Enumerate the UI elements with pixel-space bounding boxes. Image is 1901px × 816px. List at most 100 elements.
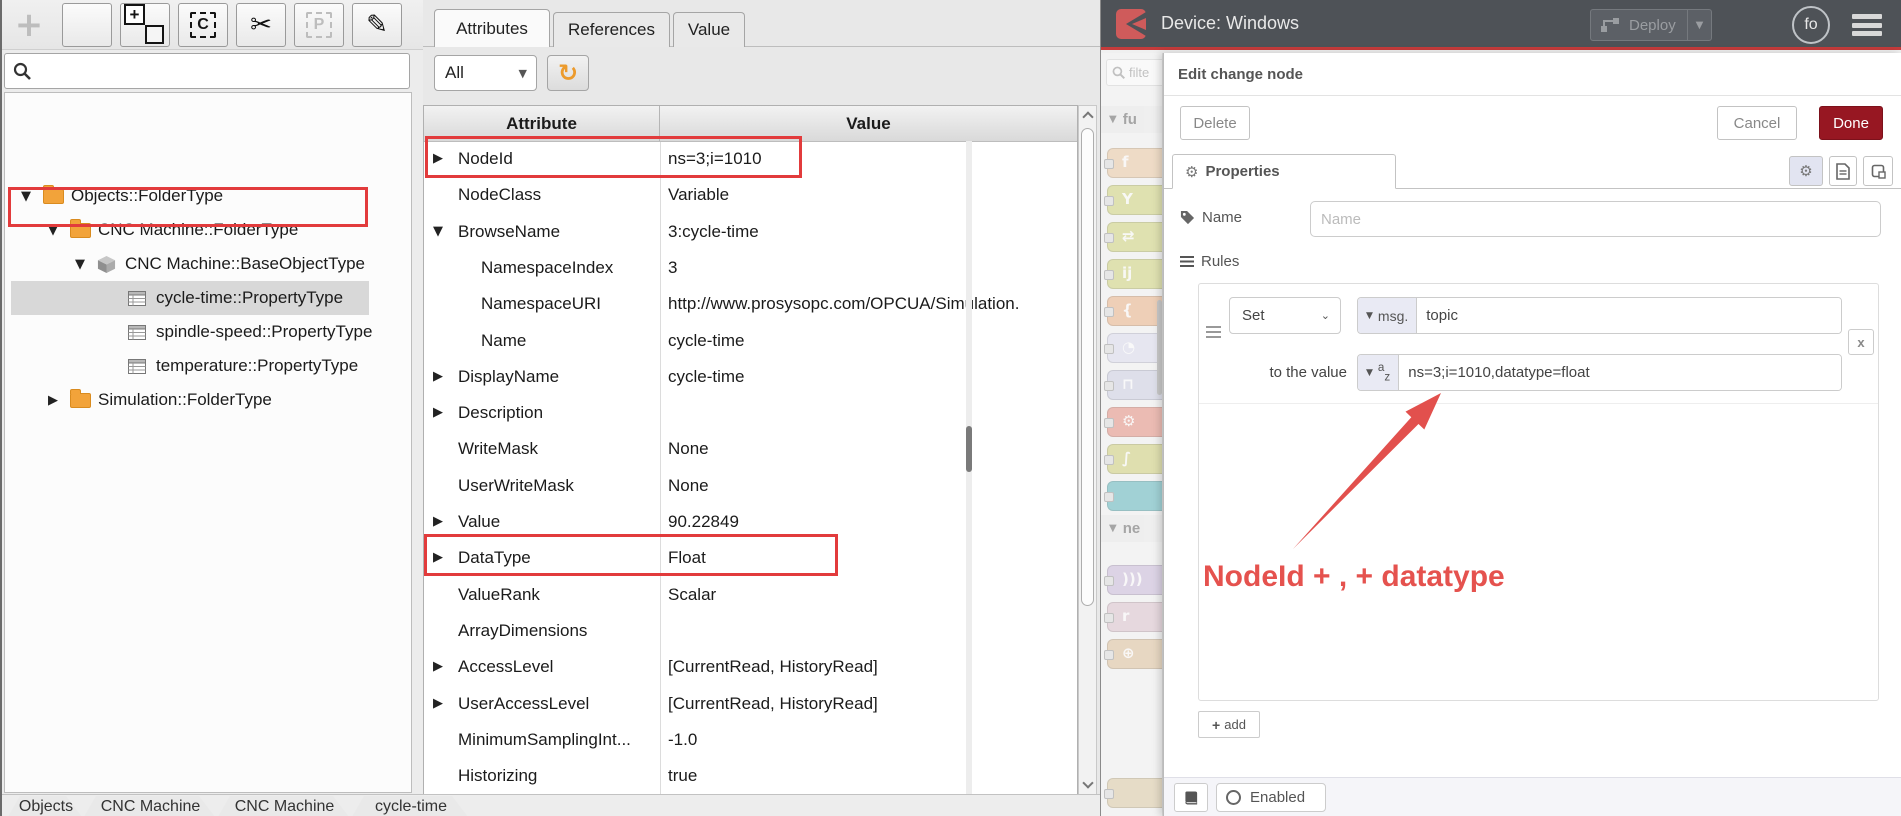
palette-scrollbar[interactable] [1157, 300, 1162, 395]
attr-row-userwritemask[interactable]: UserWriteMask None [424, 469, 1077, 506]
caret-right-icon[interactable]: ▶ [433, 405, 443, 420]
name-input[interactable] [1310, 201, 1881, 237]
breadcrumb-tab-objects-0[interactable]: Objects [8, 796, 84, 816]
attr-row-namespaceindex[interactable]: NamespaceIndex 3 [424, 251, 1077, 288]
attr-row-datatype[interactable]: ▶ DataType Float [424, 541, 1077, 578]
help-button[interactable] [1174, 783, 1208, 812]
typed-input-type-string[interactable]: ▼ az [1358, 355, 1400, 390]
scrollbar-thumb[interactable] [1081, 128, 1094, 606]
tree-item-spindle-speed[interactable]: spindle-speed::PropertyType [11, 315, 407, 349]
copy-button[interactable]: C [178, 3, 228, 47]
rule-value-text[interactable] [1399, 355, 1841, 390]
tab-value[interactable]: Value [673, 12, 745, 47]
palette-node-link[interactable] [1104, 481, 1162, 511]
attr-row-browsename[interactable]: ▼ BrowseName 3:cycle-time [424, 215, 1077, 252]
palette-node-range[interactable]: ij [1104, 259, 1162, 289]
caret-right-icon[interactable]: ▶ [433, 550, 443, 565]
breadcrumb-tab-cnc-machine-1[interactable]: CNC Machine [84, 796, 217, 816]
refresh-button[interactable]: ↻ [547, 55, 589, 91]
remove-button[interactable] [62, 3, 112, 47]
palette-category-ne[interactable]: ▼ ne [1101, 515, 1162, 542]
attr-row-value[interactable]: ▶ Value 90.22849 [424, 505, 1077, 542]
delete-button[interactable]: Delete [1180, 106, 1250, 140]
palette-node-partial-node[interactable] [1104, 778, 1162, 808]
attr-row-displayname[interactable]: ▶ DisplayName cycle-time [424, 360, 1077, 397]
tree-item-cnc-machine[interactable]: ▼ CNC Machine::BaseObjectType [11, 247, 407, 281]
caret-right-icon[interactable]: ▶ [433, 151, 443, 166]
rule-drag-handle[interactable] [1206, 326, 1221, 339]
node-description-button[interactable] [1829, 156, 1857, 186]
palette-category-fu[interactable]: ▼ fu [1101, 106, 1162, 133]
palette-node-websocket[interactable]: ⊕ [1104, 639, 1162, 669]
node-properties-button[interactable]: ⚙ [1789, 156, 1823, 186]
attr-row-nodeid[interactable]: ▶ NodeId ns=3;i=1010 [424, 142, 1077, 179]
palette-node-trigger[interactable]: ⊓ [1104, 370, 1162, 400]
duplicate-button[interactable]: + [120, 3, 170, 47]
breadcrumb-tab-cnc-machine-2[interactable]: CNC Machine [218, 796, 351, 816]
palette-node-template[interactable]: { [1104, 296, 1162, 326]
caret-down-icon[interactable]: ▼ [48, 223, 58, 238]
palette-node-delay[interactable]: ◔ [1104, 333, 1162, 363]
tree-item-cnc-machine[interactable]: ▼ CNC Machine::FolderType [11, 213, 407, 247]
attr-row-arraydimensions[interactable]: ArrayDimensions [424, 614, 1077, 651]
scroll-down-icon[interactable] [1079, 776, 1096, 794]
done-button[interactable]: Done [1819, 106, 1883, 140]
caret-right-icon[interactable]: ▶ [433, 514, 443, 529]
attributes-scrollbar[interactable] [1078, 105, 1097, 795]
caret-right-icon[interactable]: ▶ [48, 393, 58, 408]
tree-item-temperature[interactable]: temperature::PropertyType [11, 349, 407, 383]
tree-item-objects[interactable]: ▼ Objects::FolderType [11, 179, 407, 213]
palette-node-filter[interactable]: ∫ [1104, 444, 1162, 474]
rule-remove-button[interactable]: x [1848, 329, 1874, 355]
attr-row-nodeclass[interactable]: NodeClass Variable [424, 178, 1077, 215]
palette-search-input[interactable]: filte [1106, 59, 1162, 86]
caret-right-icon[interactable]: ▶ [433, 659, 443, 674]
deploy-button[interactable]: Deploy ▼ [1590, 9, 1712, 41]
tab-properties[interactable]: ⚙ Properties [1172, 154, 1396, 189]
attr-row-writemask[interactable]: WriteMask None [424, 432, 1077, 469]
attr-row-minimumsamplingint[interactable]: MinimumSamplingInt... -1.0 [424, 723, 1077, 760]
tree-item-simulation[interactable]: ▶ Simulation::FolderType [11, 383, 407, 417]
cut-button[interactable]: ✂ [236, 3, 286, 47]
attr-row-name[interactable]: Name cycle-time [424, 324, 1077, 361]
palette-node-change[interactable]: ⇄ [1104, 222, 1162, 252]
attr-row-valuerank[interactable]: ValueRank Scalar [424, 578, 1077, 615]
typed-input-type-msg[interactable]: ▼ msg. [1358, 298, 1418, 333]
rule-action-select[interactable]: Set ⌄ [1229, 297, 1341, 334]
attr-row-description[interactable]: ▶ Description [424, 396, 1077, 433]
inner-scrollbar[interactable] [966, 141, 972, 795]
edit-button[interactable]: ✎ [352, 3, 402, 47]
palette-node-exec[interactable]: ⚙ [1104, 407, 1162, 437]
add-rule-button[interactable]: + add [1198, 711, 1260, 738]
attr-row-accesslevel[interactable]: ▶ AccessLevel [CurrentRead, HistoryRead] [424, 650, 1077, 687]
attr-row-useraccesslevel[interactable]: ▶ UserAccessLevel [CurrentRead, HistoryRea… [424, 687, 1077, 724]
caret-down-icon[interactable]: ▼ [21, 189, 31, 204]
scrollbar-thumb[interactable] [966, 426, 972, 472]
hamburger-menu-icon[interactable] [1852, 14, 1882, 36]
attribute-filter-select[interactable]: All ▼ [434, 55, 537, 91]
tree-item-cycle-time[interactable]: cycle-time::PropertyType [11, 281, 369, 315]
caret-down-icon[interactable]: ▼ [433, 224, 443, 239]
palette-node-mqtt[interactable]: ))) [1104, 565, 1162, 595]
attr-row-namespaceuri[interactable]: NamespaceURI http://www.prosysopc.com/OPC… [424, 287, 1077, 324]
palette-node-function[interactable]: f [1104, 148, 1162, 178]
palette-node-http-request[interactable]: r [1104, 602, 1162, 632]
node-appearance-button[interactable] [1863, 156, 1893, 186]
caret-right-icon[interactable]: ▶ [433, 369, 443, 384]
rule-value-input[interactable]: ▼ az [1357, 354, 1842, 391]
enabled-toggle[interactable]: Enabled [1216, 783, 1326, 812]
tab-references[interactable]: References [553, 12, 670, 47]
caret-right-icon[interactable]: ▶ [433, 696, 443, 711]
search-input[interactable] [37, 62, 409, 80]
chevron-down-icon[interactable]: ▼ [1687, 10, 1711, 40]
user-avatar[interactable]: fo [1792, 6, 1830, 44]
breadcrumb-tab-cycle-time-3[interactable]: cycle-time [352, 796, 470, 816]
scroll-up-icon[interactable] [1079, 106, 1096, 124]
rule-property-input[interactable]: ▼ msg. [1357, 297, 1842, 334]
cancel-button[interactable]: Cancel [1717, 106, 1797, 140]
rule-property-value[interactable] [1417, 298, 1841, 333]
palette-node-switch[interactable]: Y [1104, 185, 1162, 215]
tab-attributes[interactable]: Attributes [434, 9, 550, 47]
caret-down-icon[interactable]: ▼ [75, 257, 85, 272]
attr-row-historizing[interactable]: Historizing true [424, 759, 1077, 794]
